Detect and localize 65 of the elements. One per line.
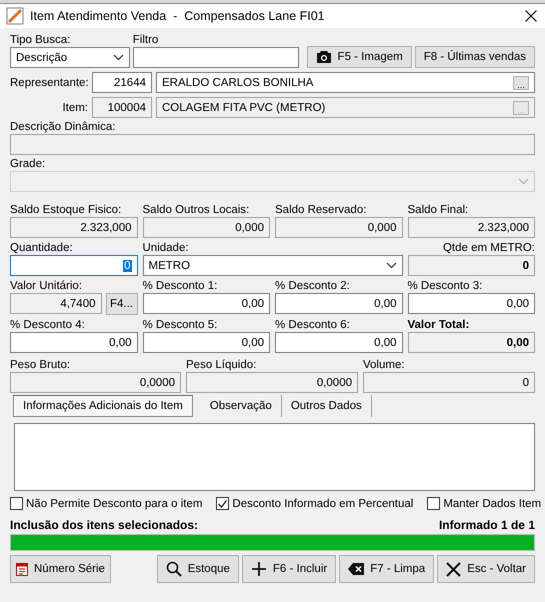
back-button[interactable]: Esc - Voltar [437,555,535,583]
total-field: 0 [408,255,535,276]
field-label: Tipo Busca: [10,34,72,47]
number-field[interactable]: 2.323,000 [408,217,535,238]
tab[interactable]: Informações Adicionais do Item [13,395,193,417]
field-label: % Desconto 3: [408,280,484,293]
tab[interactable]: Observação [200,395,282,417]
field-label: Saldo Estoque Fisico: [10,204,122,217]
add-button[interactable]: F6 - Incluir [242,555,336,583]
checkbox-label: Não Permite Desconto para o item [26,498,202,510]
field-label: Valor Total: [408,319,470,332]
number-field[interactable]: 2.323,000 [10,217,138,238]
search-type-dropdown[interactable]: Descrição [10,47,130,68]
name-field[interactable]: ERALDO CARLOS BONILHA ... [156,72,535,93]
field-label: % Desconto 6: [275,319,351,332]
field-label: Saldo Outros Locais: [142,204,250,217]
field-label: Representante: [10,76,88,88]
field-label: Qtde em METRO: [442,242,535,255]
unit-dropdown[interactable]: METRO [142,255,402,276]
name-text: COLAGEM FITA PVC (METRO) [162,102,326,114]
field-label: Saldo Reservado: [275,204,368,217]
field-label: Filtro [132,34,160,47]
field-label: Quantidade: [10,242,74,255]
number-field[interactable]: 0,00 [275,293,402,314]
total-field: 0,00 [408,332,535,353]
field-label: Descrição Dinâmica: [10,121,116,134]
code-field[interactable]: 21644 [92,72,152,93]
field-label: Saldo Final: [408,204,470,217]
checkbox-label: Manter Dados Item [443,498,542,510]
lookup-button[interactable]: F4... [106,293,138,315]
field-label: Grade: [10,158,46,171]
weight-field: 0,0000 [10,372,181,393]
number-field[interactable]: 0,00 [142,293,270,314]
weight-field: 0 [363,372,535,393]
number-field[interactable]: 0,000 [142,217,270,238]
field-label: % Desconto 1: [142,280,218,293]
field-label: Volume: [363,359,406,372]
number-field[interactable]: 0,00 [142,332,270,353]
checkbox-label: Desconto Informado em Percentual [232,498,414,510]
number-field[interactable]: 0,00 [10,332,138,353]
number-field[interactable]: 0 [10,255,138,276]
field-label: % Desconto 2: [275,280,351,293]
price-field[interactable]: 4,7400 [10,293,102,314]
weight-field: 0,0000 [186,372,358,393]
field-label: Item: [61,102,88,114]
recent-sales-button[interactable]: F8 - Últimas vendas [414,46,535,68]
stock-button[interactable]: Estoque [156,555,239,583]
progress-label: Inclusão dos itens selecionados: [10,518,198,532]
field-label: Peso Líquido: [186,359,258,372]
field-label: % Desconto 4: [10,319,86,332]
browse-button[interactable]: ... [513,76,529,90]
number-field[interactable]: 0,00 [275,332,402,353]
field-label: Peso Bruto: [10,359,72,372]
tab[interactable]: Outros Dados [282,395,372,417]
progress-status: Informado 1 de 1 [438,518,535,532]
field-label: Unidade: [142,242,190,255]
name-text: ERALDO CARLOS BONILHA [162,76,314,88]
field-label: % Desconto 5: [142,319,218,332]
number-field[interactable]: 0,000 [275,217,402,238]
number-field[interactable]: 0,00 [408,293,535,314]
field-label: Valor Unitário: [10,280,84,293]
image-button[interactable]: F5 - Imagem [306,46,412,68]
serial-number-button[interactable]: Número Série [10,555,111,583]
window-title: Item Atendimento Venda - Compensados Lane FI01 [30,9,326,23]
clear-button[interactable]: F7 - Limpa [339,555,434,583]
